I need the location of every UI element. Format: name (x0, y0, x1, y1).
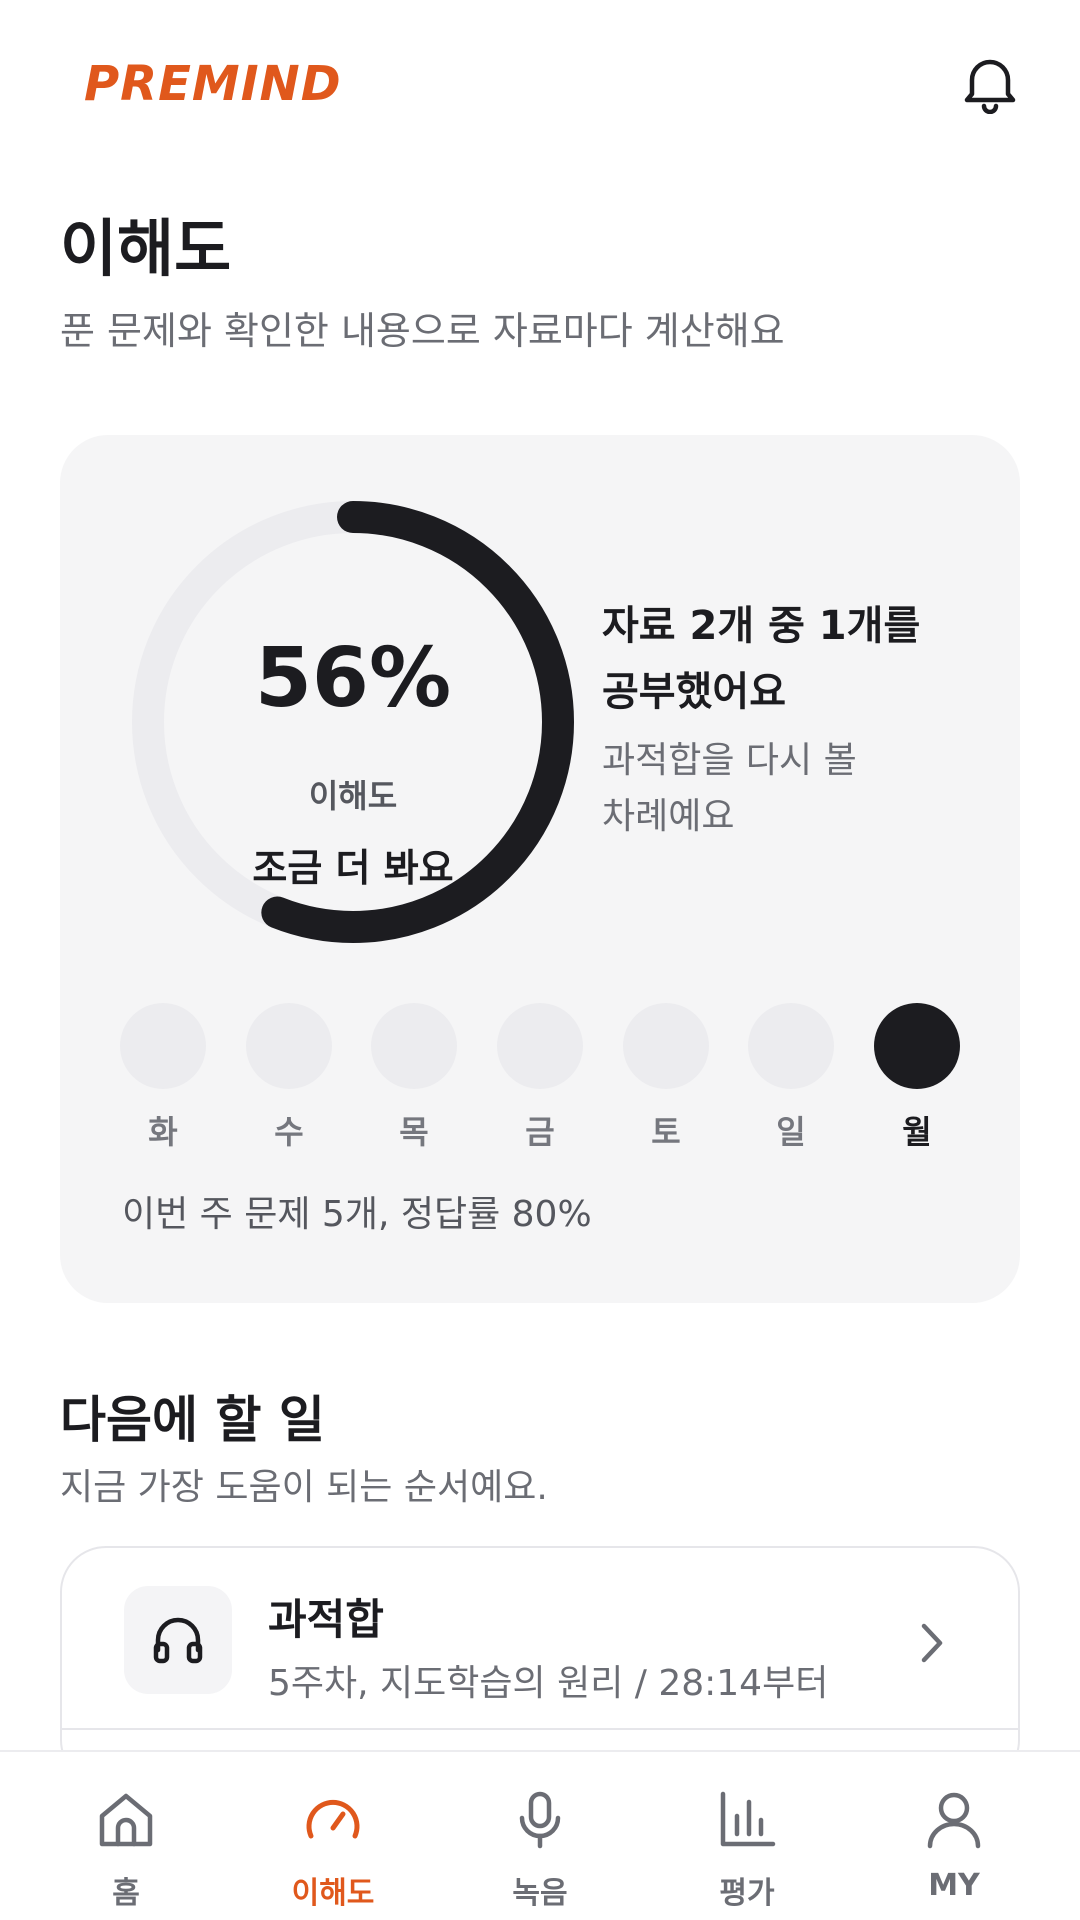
app-header: PREMIND (0, 0, 1080, 170)
nav-label: 이해도 (291, 1876, 375, 1911)
nav-item-home[interactable]: 홈 (26, 1752, 226, 1920)
bar-chart-icon (720, 1791, 776, 1847)
day-label: 목 (399, 1113, 429, 1151)
nav-item-assessment[interactable]: 평가 (647, 1752, 847, 1920)
task-icon-box (124, 1586, 232, 1694)
nav-label: 녹음 (512, 1876, 568, 1911)
gauge-icon (306, 1799, 360, 1839)
understanding-status: 조금 더 봐요 (252, 846, 454, 890)
day-dot-active (874, 1003, 960, 1089)
nav-item-recording[interactable]: 녹음 (440, 1752, 640, 1920)
understanding-percent: 56% (254, 631, 452, 726)
page-title: 이해도 (60, 212, 232, 285)
home-icon (99, 1793, 153, 1847)
next-tasks-subtitle: 지금 가장 도움이 되는 순서예요. (60, 1467, 548, 1508)
day-dot (748, 1003, 834, 1089)
week-summary: 이번 주 문제 5개, 정답률 80% (122, 1194, 592, 1235)
task-divider (62, 1728, 1018, 1730)
nav-label: 평가 (719, 1876, 775, 1911)
day-dot (623, 1003, 709, 1089)
day-mon: 월 (874, 1003, 960, 1153)
app-logo[interactable]: PREMIND (84, 56, 342, 112)
study-headline: 자료 2개 중 1개를 공부했어요 (602, 593, 1002, 725)
bottom-nav: 홈 이해도 녹음 평가 MY (0, 1750, 1080, 1920)
day-label: 화 (148, 1113, 178, 1151)
day-fri: 금 (497, 1003, 583, 1153)
next-tasks-title: 다음에 할 일 (60, 1391, 325, 1449)
study-headline-line-1: 자료 2개 중 1개를 (602, 603, 921, 649)
chevron-right-icon[interactable] (912, 1618, 952, 1668)
day-label: 토 (651, 1113, 681, 1151)
study-headline-line-2: 공부했어요 (602, 669, 786, 715)
headphones-icon (153, 1617, 203, 1664)
task-meta: 5주차, 지도학습의 원리 / 28:14부터 (268, 1663, 829, 1704)
day-sat: 토 (623, 1003, 709, 1153)
nav-label: 홈 (112, 1876, 140, 1911)
day-label: 일 (776, 1113, 806, 1151)
day-thu: 목 (371, 1003, 457, 1153)
day-dot (371, 1003, 457, 1089)
microphone-icon (519, 1791, 561, 1849)
day-dot (120, 1003, 206, 1089)
day-wed: 수 (246, 1003, 332, 1153)
understanding-label: 이해도 (308, 777, 398, 815)
bell-icon[interactable] (960, 52, 1020, 115)
study-info: 자료 2개 중 1개를 공부했어요 과적합을 다시 볼 차례예요 (602, 593, 1002, 845)
day-dot (246, 1003, 332, 1089)
nav-label: MY (928, 1868, 980, 1903)
user-icon (927, 1792, 981, 1849)
study-subtext-line-1: 과적합을 다시 볼 (602, 740, 857, 781)
day-label: 금 (525, 1113, 555, 1151)
task-title: 과적합 (268, 1595, 384, 1644)
day-tue: 화 (120, 1003, 206, 1153)
day-label: 월 (902, 1113, 932, 1151)
page-subtitle: 푼 문제와 확인한 내용으로 자료마다 계산해요 (60, 309, 785, 353)
day-sun: 일 (748, 1003, 834, 1153)
progress-ring-center: 56% 이해도 조금 더 봐요 (122, 491, 584, 953)
nav-item-understanding[interactable]: 이해도 (233, 1752, 433, 1920)
nav-item-my[interactable]: MY (854, 1752, 1054, 1920)
study-subtext: 과적합을 다시 볼 차례예요 (602, 733, 1002, 845)
day-label: 수 (274, 1113, 304, 1151)
understanding-card: 56% 이해도 조금 더 봐요 자료 2개 중 1개를 공부했어요 과적합을 다… (60, 435, 1020, 1303)
study-subtext-line-2: 차례예요 (602, 796, 735, 837)
day-dot (497, 1003, 583, 1089)
weekly-streak: 화 수 목 금 토 일 월 (120, 1003, 960, 1151)
